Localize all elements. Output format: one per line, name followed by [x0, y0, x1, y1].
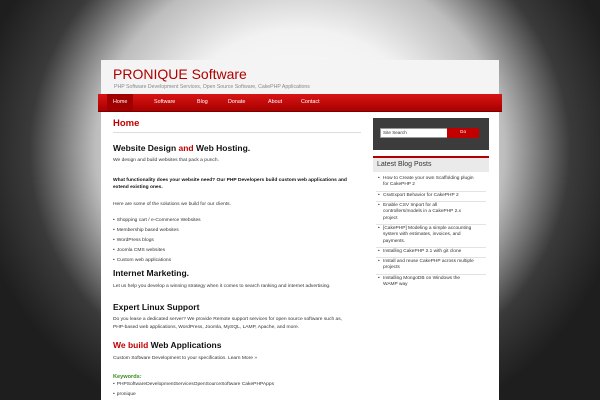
site-tagline: PHP Software Development Services, Open …: [114, 84, 310, 90]
post-line: [CakePHP] Modeling a simple accounting: [383, 226, 472, 231]
post-line: for CakePHP 2: [383, 182, 415, 188]
blog-post-link[interactable]: How to Create your own Scaffolding plugi…: [376, 176, 488, 189]
functionality-text-cont: extend existing ones.: [113, 185, 163, 190]
heading-website-design: Website Design and Web Hosting.: [113, 143, 250, 153]
nav-item-contact[interactable]: Contact: [301, 99, 320, 105]
post-divider: [376, 224, 486, 225]
post-line: Installing CakePHP 2.1 with git clone: [383, 249, 462, 254]
list-item: Shopping cart / e-Commerce Websites: [113, 218, 201, 223]
list-item: Custom web applications: [113, 258, 171, 263]
post-line: Enable CSV Import for all: [383, 203, 438, 208]
web-apps-text[interactable]: Custom Software Development to your spec…: [113, 356, 257, 361]
blog-post-link[interactable]: Install and reuse CakePHP across multipl…: [376, 259, 488, 272]
list-item: Membership based websites: [113, 228, 179, 233]
post-divider: [376, 247, 486, 248]
post-line: Install and reuse CakePHP across multipl…: [383, 259, 474, 264]
post-line: CsvExport Behavior for CakePHP 2: [383, 193, 459, 198]
heading-part: Web Applications: [148, 340, 222, 350]
heading-web-applications: We build Web Applications: [113, 340, 221, 350]
title-divider: [113, 132, 361, 133]
blog-post-link[interactable]: [CakePHP] Modeling a simple accountingsy…: [376, 226, 488, 245]
nav-item-blog[interactable]: Blog: [197, 99, 208, 105]
linux-text-cont: PHP-based web applications, WordPress, J…: [113, 325, 300, 330]
site-header: PRONIQUE Software PHP Software Developme…: [101, 60, 499, 94]
main-nav: Home Software Blog Donate About Contact: [98, 94, 502, 112]
search-go-button[interactable]: Go: [447, 128, 479, 138]
search-box: Go: [373, 118, 489, 150]
linux-text: Do you lease a dedicated server? We prov…: [113, 317, 343, 322]
keywords-label: Keywords:: [113, 374, 142, 380]
page-wrapper: PRONIQUE Software PHP Software Developme…: [98, 60, 502, 400]
site-title[interactable]: PRONIQUE Software: [113, 66, 247, 82]
blog-post-link[interactable]: Installing MongoDB on Windows theWAMP wa…: [376, 276, 488, 289]
latest-posts-title: Latest Blog Posts: [373, 156, 489, 172]
list-item: WordPress blogs: [113, 238, 154, 243]
blog-post-link[interactable]: Enable CSV Import for allcontrollers/mod…: [376, 203, 488, 222]
blog-post-link[interactable]: Installing CakePHP 2.1 with git clone: [376, 249, 488, 256]
functionality-text: What functionality does your website nee…: [113, 178, 347, 183]
post-divider: [376, 257, 486, 258]
heading-part-accent: We build: [113, 340, 149, 350]
post-line: project: [383, 215, 398, 221]
post-line: projects: [383, 265, 400, 271]
nav-item-software[interactable]: Software: [154, 99, 175, 105]
post-line: WAMP way: [383, 282, 408, 288]
post-line: payments.: [383, 238, 406, 244]
solutions-intro: Here are some of the solutions we build …: [113, 202, 231, 207]
nav-item-home[interactable]: Home: [107, 94, 134, 111]
intro-text: We design and build websites that pack a…: [113, 158, 219, 163]
marketing-text: Let us help you develop a winning strate…: [113, 284, 331, 289]
post-divider: [376, 201, 486, 202]
heading-part-accent: and: [178, 143, 194, 153]
post-line: system with estimates, invoices, and: [383, 232, 461, 238]
keyword-item[interactable]: pronique: [113, 392, 136, 397]
post-divider: [376, 191, 486, 192]
nav-item-donate[interactable]: Donate: [228, 99, 245, 105]
post-divider: [376, 274, 486, 275]
nav-item-about[interactable]: About: [268, 99, 282, 105]
heading-part: Web Hosting.: [193, 143, 251, 153]
search-input[interactable]: [380, 128, 448, 138]
heading-part: Website Design: [113, 143, 179, 153]
heading-linux-support: Expert Linux Support: [113, 302, 200, 312]
list-item: Joomla CMS websites: [113, 248, 165, 253]
post-line: controllers/models in a CakePHP 2.x: [383, 209, 462, 215]
page-title: Home: [113, 118, 140, 129]
keyword-item[interactable]: PHPSoftwareDevelopmentServicesOpenSource…: [113, 382, 274, 387]
post-line: How to Create your own Scaffolding plugi…: [383, 176, 474, 181]
post-line: Installing MongoDB on Windows the: [383, 276, 461, 281]
heading-internet-marketing: Internet Marketing.: [113, 268, 190, 278]
blog-post-link[interactable]: CsvExport Behavior for CakePHP 2: [376, 193, 488, 200]
